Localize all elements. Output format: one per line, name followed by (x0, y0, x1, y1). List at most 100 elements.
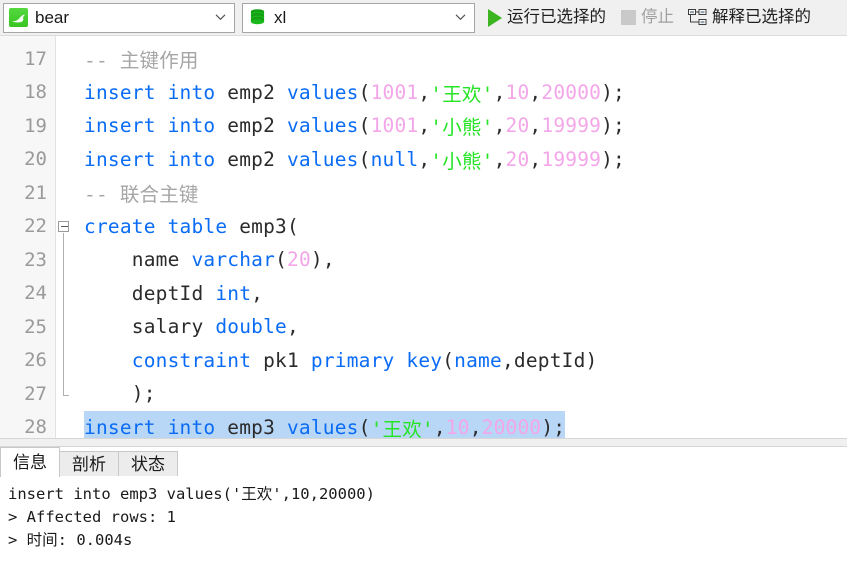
code-line-text: ); (84, 377, 156, 411)
token-punc: , (433, 415, 446, 438)
line-number: 18 (24, 81, 47, 104)
stop-button[interactable]: 停止 (617, 3, 678, 33)
chevron-down-icon[interactable] (215, 13, 226, 20)
sql-editor[interactable]: 17 -- 主键作用 18 insert into emp2 values(1001,… (0, 36, 847, 438)
line-number: 26 (24, 349, 47, 372)
token-kw: insert into (84, 114, 216, 138)
stop-icon (621, 10, 636, 25)
token-str: '小熊' (430, 149, 494, 173)
mysql-connection-icon (9, 8, 28, 27)
connection-name: bear (35, 9, 70, 26)
token-id: emp3 (227, 214, 287, 238)
token-kw: null (370, 147, 419, 171)
code-line-text: name varchar(20), (84, 243, 335, 277)
token-kw: double (215, 315, 287, 339)
line-number: 23 (24, 248, 47, 271)
code-line-text: insert into emp2 values(null, '小熊', 20, 199… (84, 143, 625, 177)
code-line[interactable]: 28 insert into emp3 values('王欢', 10, 20000)… (0, 410, 847, 438)
token-punc: , (251, 281, 264, 305)
token-punc: , (529, 80, 542, 104)
line-number: 24 (24, 282, 47, 305)
token-kw: varchar (191, 248, 276, 272)
token-num: 10 (445, 415, 470, 438)
token-num: 20 (505, 114, 530, 138)
token-kw: values (286, 80, 359, 104)
token-punc: , (493, 114, 506, 138)
token-kw: int (215, 281, 252, 305)
code-line[interactable]: 25 salary double, (0, 310, 847, 344)
token-kw: insert into (84, 80, 216, 104)
code-line[interactable]: 18 insert into emp2 values(1001, '王欢', 10, 2… (0, 76, 847, 110)
result-panel: 信息 剖析 状态 insert into emp3 values('王欢',10,2… (0, 447, 847, 565)
result-tab-2[interactable]: 状态 (118, 451, 178, 477)
token-punc: , (286, 315, 299, 339)
result-tab-0[interactable]: 信息 (0, 447, 60, 477)
token-punc: ( (275, 248, 288, 272)
token-punc: , (493, 147, 506, 171)
token-punc: ) (585, 348, 598, 372)
token-punc: ( (286, 214, 299, 238)
toolbar: bear xl 运行已选择的 停止 解释已选择的 (0, 0, 847, 36)
code-line-text: -- 联合主键 (84, 176, 199, 210)
fold-toggle-icon[interactable] (58, 220, 69, 232)
code-line-text: insert into emp2 values(1001, '王欢', 10, 200… (84, 76, 625, 110)
code-line[interactable]: 23 name varchar(20), (0, 243, 847, 277)
output-line: > 时间: 0.004s (8, 531, 133, 549)
token-punc: ); (541, 415, 566, 438)
database-name: xl (274, 9, 287, 26)
token-punc: ); (601, 147, 625, 171)
token-num: 20 (287, 248, 311, 272)
code-line-text: salary double, (84, 310, 299, 344)
line-number: 19 (24, 114, 47, 137)
line-number: 21 (24, 181, 47, 204)
line-number: 22 (24, 215, 47, 238)
run-selected-button[interactable]: 运行已选择的 (484, 3, 610, 33)
token-kw: values (286, 114, 359, 138)
token-punc: ( (358, 114, 371, 138)
token-punc: ); (84, 382, 156, 406)
chevron-down-icon[interactable] (455, 13, 466, 20)
result-tabstrip: 信息 剖析 状态 (0, 447, 847, 477)
code-line[interactable]: 17 -- 主键作用 (0, 42, 847, 76)
token-kw: values (286, 415, 359, 438)
line-number: 17 (24, 47, 47, 70)
token-id: emp2 (215, 114, 287, 138)
token-punc: ( (358, 415, 371, 438)
code-line-text: insert into emp3 values('王欢', 10, 20000); (84, 410, 566, 438)
code-line-text: constraint pk1 primary key(name, deptId) (84, 344, 598, 378)
code-line[interactable]: 24 deptId int, (0, 277, 847, 311)
token-num: 1001 (370, 80, 419, 104)
token-punc: , (529, 114, 542, 138)
token-kw: create table (84, 214, 228, 238)
explain-selected-button[interactable]: 解释已选择的 (684, 3, 815, 33)
token-punc: , (469, 415, 482, 438)
token-num: 19999 (541, 147, 602, 171)
code-line[interactable]: 20 insert into emp2 values(null, '小熊', 20, 1… (0, 143, 847, 177)
token-id: emp2 (215, 147, 287, 171)
explain-selected-label: 解释已选择的 (712, 8, 811, 27)
message-output: insert into emp3 values('王欢',10,20000) > … (0, 477, 847, 552)
token-cmt: -- 联合主键 (84, 183, 199, 207)
run-selected-label: 运行已选择的 (507, 8, 606, 27)
database-icon (248, 8, 267, 27)
connection-selector[interactable]: bear (3, 2, 235, 33)
line-number: 25 (24, 315, 47, 338)
token-kw: values (286, 147, 359, 171)
output-line: > Affected rows: 1 (8, 508, 176, 526)
code-line[interactable]: 27 ); (0, 377, 847, 411)
fold-guide-line (63, 232, 64, 395)
code-line[interactable]: 21 -- 联合主键 (0, 176, 847, 210)
code-line[interactable]: 19 insert into emp2 values(1001, '小熊', 20, 1… (0, 109, 847, 143)
token-num: 20000 (481, 415, 542, 438)
token-id: deptId (513, 348, 586, 372)
panel-splitter[interactable] (0, 438, 847, 447)
result-tab-1[interactable]: 剖析 (59, 451, 119, 477)
database-selector[interactable]: xl (242, 2, 475, 33)
token-punc: ( (358, 80, 371, 104)
token-punc: , (418, 114, 431, 138)
code-line-text: -- 主键作用 (84, 42, 199, 76)
code-line[interactable]: 26 constraint pk1 primary key(name, deptI… (0, 344, 847, 378)
token-punc: ( (358, 147, 371, 171)
code-line[interactable]: 22 create table emp3( (0, 210, 847, 244)
line-number: 28 (24, 416, 47, 438)
